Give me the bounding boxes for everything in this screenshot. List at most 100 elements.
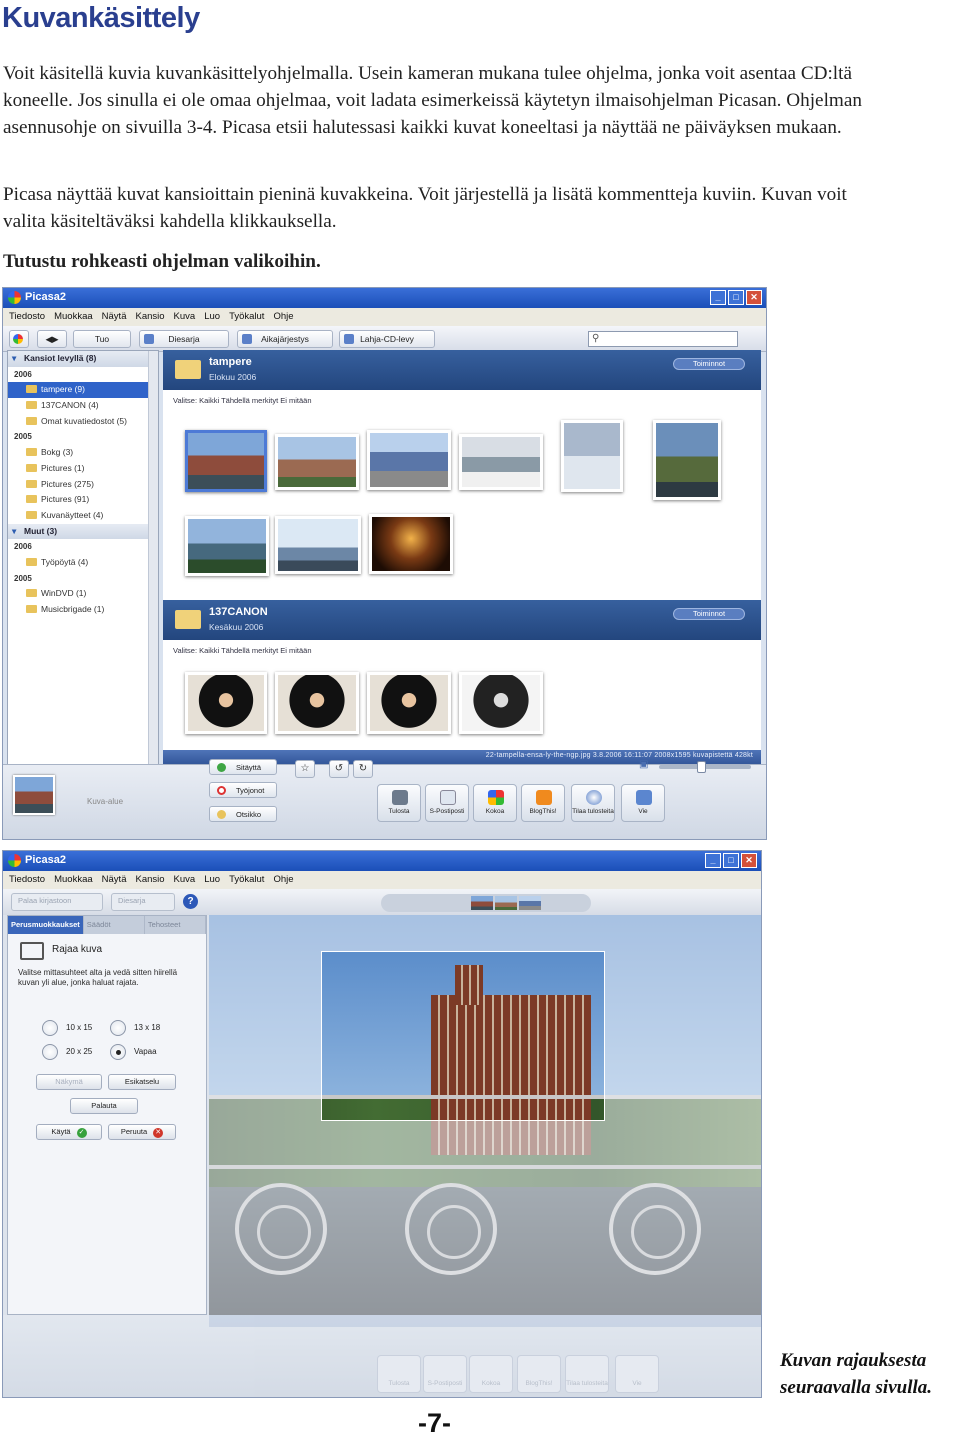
photo-thumbnail[interactable] [275,516,361,574]
select-line[interactable]: Valitse: Kaikki Tähdellä merkityt Ei mit… [173,646,312,655]
filmstrip-thumb[interactable] [471,896,493,910]
filmstrip-thumb[interactable] [495,896,517,910]
menu-edit[interactable]: Muokkaa [54,874,93,886]
maximize-icon[interactable]: □ [728,290,744,305]
slider-knob[interactable] [697,761,706,773]
picasa-home-button[interactable] [9,330,29,348]
menu-edit[interactable]: Muokkaa [54,311,93,323]
sidebar-folder-item[interactable]: Omat kuvatiedostot (5) [8,414,158,430]
action-collage[interactable]: Kokoa [473,784,517,822]
zoom-slider[interactable] [659,761,751,773]
photo-thumbnail[interactable] [459,672,543,734]
menu-picture[interactable]: Kuva [174,874,196,886]
tab-effects[interactable]: Tehosteet [145,916,207,934]
sidebar-folder-item[interactable]: Kuvanäytteet (4) [8,508,158,524]
sidebar-group[interactable]: Kansiot levyllä (8) [8,351,158,367]
sidebar-folder-item[interactable]: Pictures (1) [8,461,158,477]
photo-thumbnail[interactable] [185,516,269,576]
slideshow-button[interactable]: Diesarja [111,893,175,911]
menu-tools[interactable]: Työkalut [229,874,264,886]
crop-selection[interactable] [321,951,605,1121]
search-input[interactable]: ⚲ [588,331,738,347]
photo-thumbnail[interactable] [275,672,359,734]
action-email[interactable]: S-Postiposti [425,784,469,822]
reset-button[interactable]: Palauta [70,1098,138,1114]
close-icon[interactable]: ✕ [741,853,757,868]
menu-tools[interactable]: Työkalut [229,311,264,323]
tab-tuning[interactable]: Säädöt [84,916,145,934]
sidebar-group[interactable]: Muut (3) [8,523,158,540]
tray-thumbnail[interactable] [13,775,55,815]
ratio-10x15-radio[interactable] [42,1020,58,1036]
menu-view[interactable]: Näytä [102,311,127,323]
minimize-icon[interactable]: _ [705,853,721,868]
photo-thumbnail[interactable] [369,514,453,574]
select-line[interactable]: Valitse: Kaikki Tähdellä merkityt Ei mit… [173,396,312,405]
action-export[interactable]: Vie [621,784,665,822]
action-print[interactable]: Tulosta [377,784,421,822]
apply-button[interactable]: Käytä ✓ [36,1124,102,1140]
menu-help[interactable]: Ohje [273,311,293,323]
sidebar-folder-item[interactable]: Pictures (91) [8,492,158,508]
photo-thumbnail[interactable] [367,430,451,490]
back-to-library-button[interactable]: Palaa kirjastoon [11,893,103,911]
star-button[interactable]: ☆ [295,760,315,778]
ratio-20x25-radio[interactable] [42,1044,58,1060]
folder-actions-dropdown[interactable]: Toiminnot [673,358,745,370]
action-order-prints[interactable]: Tilaa tulosteita [571,784,615,822]
menu-file[interactable]: Tiedosto [9,874,45,886]
action-order-prints[interactable]: Tilaa tulosteita [565,1355,609,1393]
menu-folder[interactable]: Kansio [135,874,164,886]
photo-thumbnail[interactable] [367,672,451,734]
clear-button[interactable]: Työjonot [209,782,277,798]
action-collage[interactable]: Kokoa [469,1355,513,1393]
action-print[interactable]: Tulosta [377,1355,421,1393]
photo-thumbnail[interactable] [653,420,721,500]
preview-button[interactable]: Näkymä [36,1074,102,1090]
sidebar-scrollbar[interactable] [148,351,158,829]
action-blogthis[interactable]: BlogThis! [517,1355,561,1393]
action-email[interactable]: S-Postiposti [423,1355,467,1393]
caption-button[interactable]: Otsikko [209,806,277,822]
timeline-button[interactable]: Aikajärjestys [237,330,333,348]
action-export[interactable]: Vie [615,1355,659,1393]
sidebar-folder-item[interactable]: tampere (9) [8,382,158,399]
import-button[interactable]: Tuo [73,330,131,348]
filmstrip-thumb[interactable] [519,896,541,910]
sidebar-folder-item[interactable]: Pictures (275) [8,477,158,493]
manual-button[interactable]: Esikatselu [108,1074,176,1090]
folder-header-137canon[interactable]: 137CANON Kesäkuu 2006 Toiminnot [163,600,761,640]
sidebar-folder-item[interactable]: WinDVD (1) [8,586,158,602]
menu-picture[interactable]: Kuva [174,311,196,323]
hold-button[interactable]: Sitäyttä [209,759,277,775]
filmstrip[interactable] [381,894,591,912]
menu-view[interactable]: Näytä [102,874,127,886]
gift-cd-button[interactable]: Lahja-CD-levy [339,330,435,348]
nav-arrows-button[interactable]: ◀▶ [37,330,67,348]
menu-file[interactable]: Tiedosto [9,311,45,323]
rotate-left-button[interactable]: ↺ [329,760,349,778]
sidebar-folder-item[interactable]: 137CANON (4) [8,398,158,414]
photo-thumbnail[interactable] [185,672,267,734]
minimize-icon[interactable]: _ [710,290,726,305]
slideshow-button[interactable]: Diesarja [139,330,229,348]
sidebar-folder-item[interactable]: Työpöytä (4) [8,555,158,571]
photo-preview[interactable] [209,915,761,1315]
folder-actions-dropdown[interactable]: Toiminnot [673,608,745,620]
menu-create[interactable]: Luo [204,311,220,323]
menu-help[interactable]: Ohje [273,874,293,886]
ratio-free-radio[interactable] [110,1044,126,1060]
cancel-button[interactable]: Peruuta ✕ [108,1124,176,1140]
help-icon[interactable]: ? [183,894,198,909]
rotate-right-button[interactable]: ↻ [353,760,373,778]
photo-thumbnail[interactable] [185,430,267,492]
menu-create[interactable]: Luo [204,874,220,886]
photo-thumbnail[interactable] [459,434,543,490]
tab-basic-fixes[interactable]: Perusmuokkaukset [8,916,84,934]
sidebar-folder-item[interactable]: Bokg (3) [8,445,158,461]
action-blogthis[interactable]: BlogThis! [521,784,565,822]
close-icon[interactable]: ✕ [746,290,762,305]
sidebar-folder-item[interactable]: Musicbrigade (1) [8,602,158,618]
photo-thumbnail[interactable] [275,434,359,490]
maximize-icon[interactable]: □ [723,853,739,868]
